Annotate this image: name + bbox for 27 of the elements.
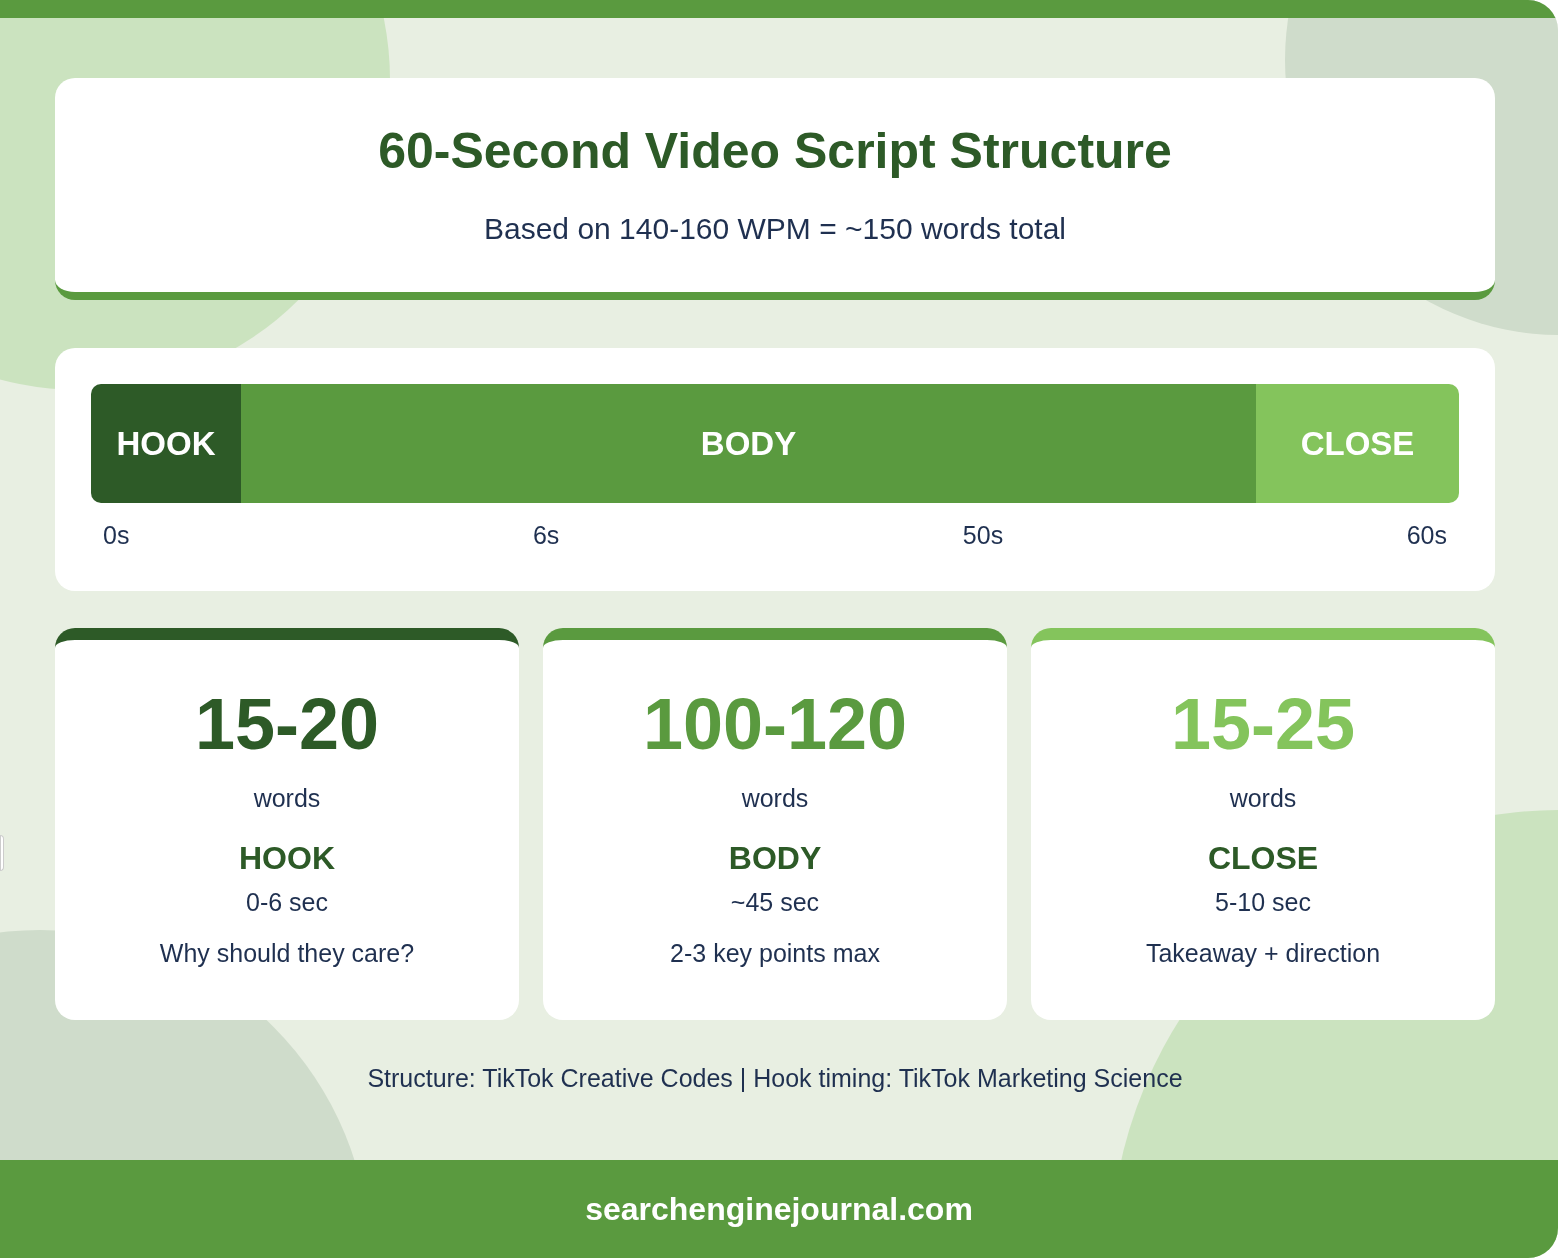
word-count: 15-20 [194, 688, 380, 760]
timeline-segment: CLOSE [1256, 384, 1459, 503]
duration-label: ~45 sec [730, 886, 820, 918]
source-note: Structure: TikTok Creative Codes | Hook timing: TikTok Marketing Science [366, 1063, 1184, 1094]
section-name: HOOK [239, 838, 335, 878]
duration-label: 5-10 sec [1215, 886, 1311, 918]
time-tick-label: 6s [532, 520, 560, 551]
subtitle: Based on 140-160 WPM = ~150 words total [484, 211, 1066, 247]
unit-label: words [741, 783, 809, 814]
duration-label: 0-6 sec [246, 886, 328, 918]
time-tick-label: 60s [1406, 520, 1447, 551]
purpose-label: 2-3 key points max [670, 938, 880, 969]
purpose-label: Why should they care? [159, 938, 415, 969]
side-handle[interactable] [0, 835, 4, 871]
word-count: 100-120 [642, 688, 908, 760]
timeline-segment: BODY [241, 384, 1256, 503]
time-tick-label: 0s [103, 520, 130, 551]
unit-label: words [1229, 783, 1297, 814]
timeline-segment: HOOK [91, 384, 241, 503]
purpose-label: Takeaway + direction [1145, 938, 1381, 969]
footer-domain: searchenginejournal.com [585, 1190, 973, 1229]
unit-label: words [253, 783, 321, 814]
section-name: BODY [728, 838, 822, 878]
time-tick-label: 50s [962, 520, 1004, 551]
title: 60-Second Video Script Structure [378, 126, 1172, 176]
section-name: CLOSE [1207, 838, 1319, 878]
word-count: 15-25 [1170, 688, 1356, 760]
